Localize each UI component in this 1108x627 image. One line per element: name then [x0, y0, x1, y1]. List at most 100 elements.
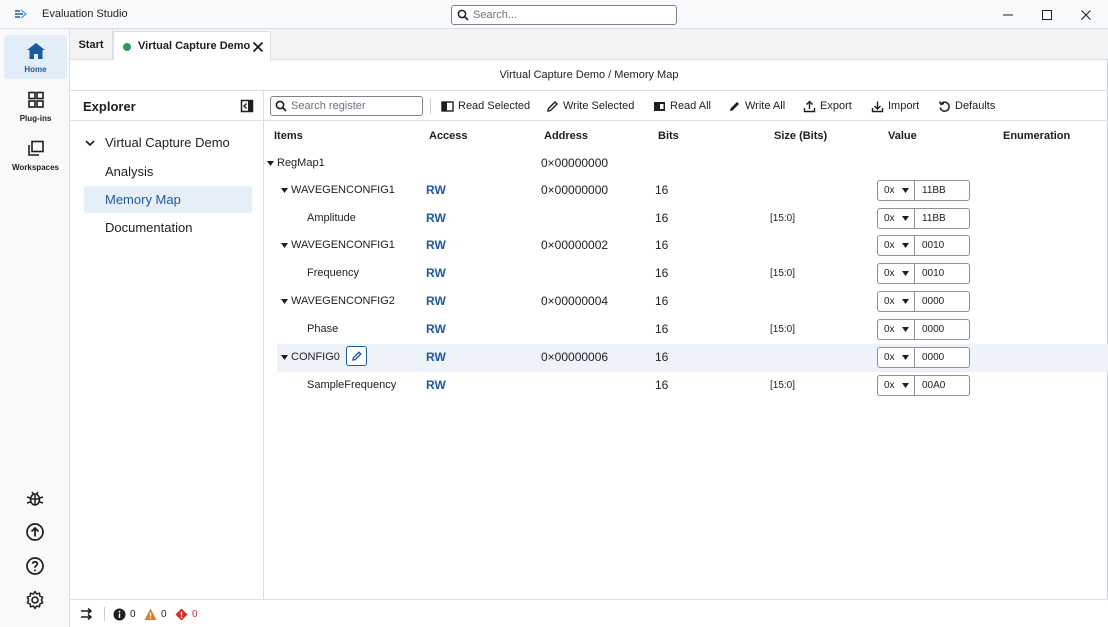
global-search[interactable] [451, 5, 677, 25]
close-window-button[interactable] [1068, 4, 1104, 26]
value-input[interactable]: 0010 [922, 264, 944, 283]
row-size: [15:0] [770, 213, 796, 224]
chevron-down-icon [85, 140, 95, 147]
value-input[interactable]: 11BB [922, 209, 946, 228]
reset-icon [938, 100, 950, 112]
value-field[interactable]: 0x 0010 [877, 235, 970, 256]
row-name: Phase [307, 323, 339, 335]
error-count[interactable]: 0 [175, 607, 198, 621]
search-icon [457, 9, 469, 21]
value-input[interactable]: 0000 [922, 292, 944, 311]
table-row[interactable]: RegMap1 0×00000000 [264, 150, 1108, 178]
register-search-input[interactable] [291, 98, 419, 114]
value-prefix-select[interactable]: 0x [878, 320, 915, 339]
table-row[interactable]: WAVEGENCONFIG1 RW 0×00000002 16 0x 0010 [264, 232, 1108, 260]
toggle-output-icon[interactable] [80, 607, 94, 621]
value-field[interactable]: 0x 11BB [877, 208, 970, 229]
row-name: WAVEGENCONFIG2 [291, 295, 395, 307]
value-field[interactable]: 0x 0010 [877, 263, 970, 284]
defaults-label: Defaults [955, 100, 996, 112]
table-row[interactable]: Amplitude RW 16 [15:0] 0x 11BB [264, 205, 1108, 233]
help-icon[interactable] [24, 555, 46, 577]
value-prefix-label: 0x [884, 213, 895, 224]
header-enumeration: Enumeration [1003, 130, 1071, 142]
value-prefix-select[interactable]: 0x [878, 348, 915, 367]
register-search[interactable] [270, 96, 423, 116]
value-prefix-select[interactable]: 0x [878, 264, 915, 283]
table-row[interactable]: WAVEGENCONFIG2 RW 0×00000004 16 0x 0000 [264, 288, 1108, 316]
defaults-button[interactable]: Defaults [938, 98, 995, 114]
read-selected-button[interactable]: Read Selected [441, 98, 530, 114]
value-input[interactable]: 00A0 [922, 376, 945, 395]
import-button[interactable]: Import [871, 98, 919, 114]
error-count-label: 0 [192, 608, 198, 620]
tab-virtual-capture-demo[interactable]: Virtual Capture Demo [113, 31, 271, 61]
rail-item-workspaces[interactable]: Workspaces [4, 133, 67, 177]
bug-icon[interactable] [24, 487, 46, 509]
table-row-selected[interactable]: CONFIG0 RW 0×00000006 16 0x 0000 [264, 344, 1108, 372]
upload-icon[interactable] [24, 521, 46, 543]
export-label: Export [820, 100, 852, 112]
row-bits: 16 [655, 266, 669, 280]
rail-item-home[interactable]: Home [4, 35, 67, 79]
value-field[interactable]: 0x 11BB [877, 180, 970, 201]
write-all-button[interactable]: Write All [728, 98, 785, 114]
collapse-panel-icon[interactable] [240, 99, 254, 113]
read-all-button[interactable]: Read All [653, 98, 711, 114]
app-title: Evaluation Studio [42, 8, 128, 20]
global-search-input[interactable] [473, 7, 673, 23]
caret-down-icon[interactable] [281, 355, 288, 360]
warning-count-label: 0 [161, 608, 167, 620]
caret-down-icon[interactable] [281, 299, 288, 304]
value-prefix-select[interactable]: 0x [878, 181, 915, 200]
tab-start[interactable]: Start [70, 29, 113, 60]
caret-down-icon[interactable] [267, 161, 274, 166]
explorer-item-analysis[interactable]: Analysis [84, 158, 252, 185]
explorer-item-documentation[interactable]: Documentation [84, 214, 252, 241]
value-prefix-select[interactable]: 0x [878, 209, 915, 228]
export-button[interactable]: Export [803, 98, 852, 114]
table-row[interactable]: Frequency RW 16 [15:0] 0x 0010 [264, 260, 1108, 288]
value-input[interactable]: 0010 [922, 236, 944, 255]
header-value: Value [888, 130, 917, 142]
write-selected-button[interactable]: Write Selected [546, 98, 634, 114]
caret-down-icon[interactable] [281, 243, 288, 248]
value-prefix-select[interactable]: 0x [878, 292, 915, 311]
header-bits: Bits [658, 130, 679, 142]
rail-item-plugins[interactable]: Plug-ins [4, 84, 67, 128]
explorer-root-label: Virtual Capture Demo [105, 135, 230, 150]
value-prefix-label: 0x [884, 324, 895, 335]
value-field[interactable]: 0x 0000 [877, 291, 970, 312]
value-input[interactable]: 11BB [922, 181, 946, 200]
table-row[interactable]: Phase RW 16 [15:0] 0x 0000 [264, 316, 1108, 344]
maximize-button[interactable] [1029, 4, 1065, 26]
edit-register-button[interactable] [346, 346, 367, 366]
warning-count[interactable]: 0 [144, 607, 167, 621]
row-bits: 16 [655, 238, 669, 252]
value-input[interactable]: 0000 [922, 348, 944, 367]
minimize-button[interactable] [990, 4, 1026, 26]
close-tab-icon[interactable] [251, 40, 265, 54]
info-count[interactable]: 0 [113, 607, 136, 621]
table-row[interactable]: WAVEGENCONFIG1 RW 0×00000000 16 0x 11BB [264, 177, 1108, 205]
value-field[interactable]: 0x 0000 [877, 319, 970, 340]
settings-icon[interactable] [24, 589, 46, 611]
warning-icon [144, 608, 157, 620]
row-name: SampleFrequency [307, 379, 397, 391]
value-prefix-label: 0x [884, 185, 895, 196]
row-highlight [277, 344, 1108, 372]
grid-icon [28, 91, 44, 108]
value-field[interactable]: 0x 00A0 [877, 375, 970, 396]
explorer-item-memory-map[interactable]: Memory Map [84, 186, 252, 213]
table-row[interactable]: SampleFrequency RW 16 [15:0] 0x 00A0 [264, 372, 1108, 400]
value-prefix-select[interactable]: 0x [878, 376, 915, 395]
value-field[interactable]: 0x 0000 [877, 347, 970, 368]
memory-map-table: Items Access Address Bits Size (Bits) Va… [264, 121, 1108, 599]
value-input[interactable]: 0000 [922, 320, 944, 339]
header-size: Size (Bits) [774, 130, 828, 142]
caret-down-icon[interactable] [281, 188, 288, 193]
info-count-label: 0 [130, 608, 136, 620]
value-prefix-select[interactable]: 0x [878, 236, 915, 255]
row-address: 0×00000000 [541, 156, 609, 170]
explorer-header: Explorer [70, 91, 263, 121]
